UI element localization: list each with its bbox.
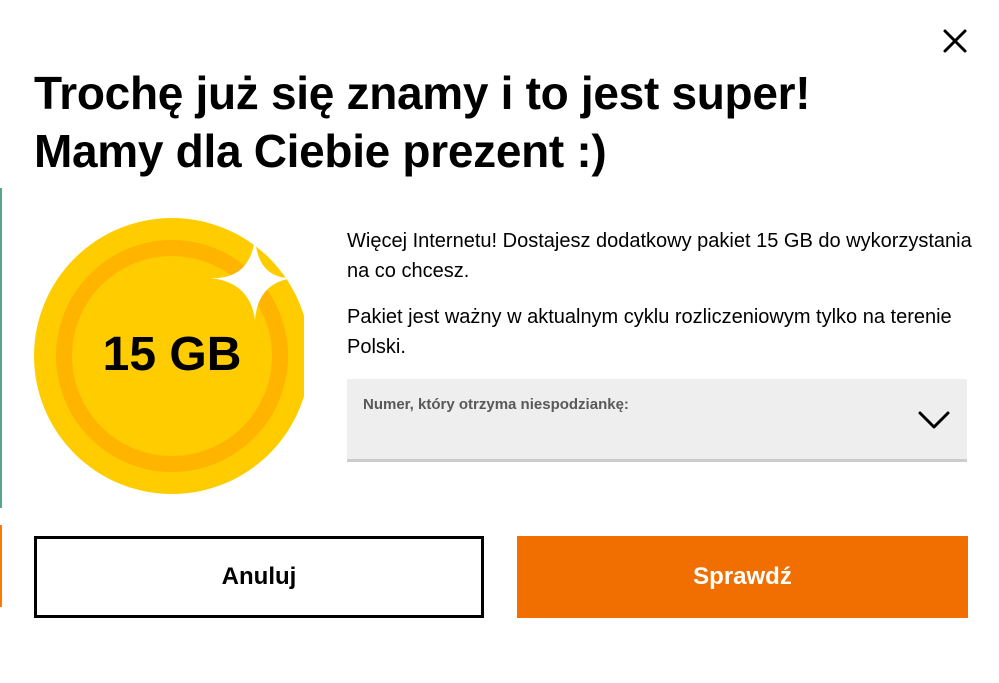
background-edge-orange xyxy=(0,525,2,607)
offer-paragraph-2: Pakiet jest ważny w aktualnym cyklu rozl… xyxy=(347,306,952,358)
number-select-label: Numer, który otrzyma niespodziankę: xyxy=(363,396,629,413)
number-select[interactable]: Numer, który otrzyma niespodziankę: xyxy=(347,379,967,462)
offer-description: Więcej Internetu! Dostajesz dodatkowy pa… xyxy=(347,226,972,378)
close-button[interactable] xyxy=(938,24,972,58)
chevron-down-icon xyxy=(917,409,951,436)
offer-paragraph-1: Więcej Internetu! Dostajesz dodatkowy pa… xyxy=(347,230,972,282)
background-edge-green xyxy=(0,188,2,508)
close-icon xyxy=(943,29,967,53)
title-line-1: Trochę już się znamy i to jest super! xyxy=(34,67,811,119)
check-button[interactable]: Sprawdź xyxy=(517,536,968,618)
gift-coin: 15 GB xyxy=(34,216,304,496)
cancel-button[interactable]: Anuluj xyxy=(34,536,484,618)
coin-label: 15 GB xyxy=(102,328,242,381)
title-line-2: Mamy dla Ciebie prezent :) xyxy=(34,125,607,177)
gift-modal: Trochę już się znamy i to jest super! Ma… xyxy=(0,0,999,683)
modal-title: Trochę już się znamy i to jest super! Ma… xyxy=(34,64,914,180)
